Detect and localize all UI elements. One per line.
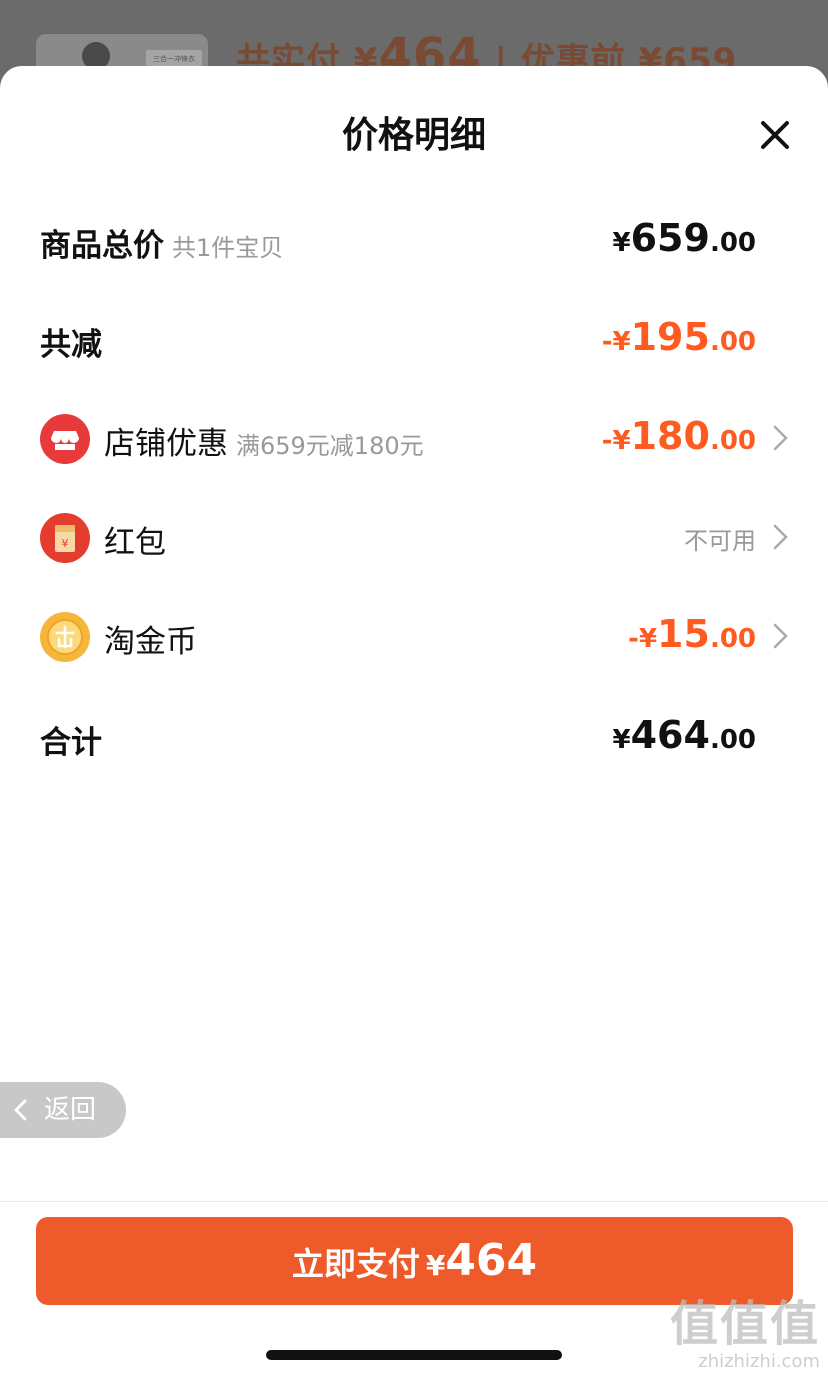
row-red-packet[interactable]: ¥ 红包 不可用 — [0, 507, 828, 567]
chevron-right-icon — [773, 623, 788, 649]
shop-discount-condition: 满659元减180元 — [236, 432, 424, 460]
pay-amount: 464 — [445, 1235, 538, 1286]
shop-icon — [40, 414, 90, 464]
total-discount-amount: -¥195.00 — [602, 315, 756, 359]
currency-symbol: -¥ — [601, 327, 631, 357]
amount-integer: 464 — [630, 713, 710, 757]
row-taojinbi[interactable]: 淘金币 -¥15.00 — [0, 606, 828, 666]
sum-label: 合计 — [40, 725, 102, 761]
red-packet-icon: ¥ — [40, 513, 90, 563]
pay-button-text: 立即支付 ¥464 — [36, 1235, 793, 1286]
pay-button-label: 立即支付 — [291, 1245, 420, 1283]
row-sum: 合计 ¥464.00 — [0, 707, 828, 767]
watermark-logo: 值值值 — [669, 1296, 820, 1352]
coin-icon — [40, 612, 90, 662]
sheet-title: 价格明细 — [341, 115, 486, 156]
back-label: 返回 — [44, 1095, 97, 1125]
amount-decimal: .00 — [709, 426, 756, 456]
home-indicator — [266, 1350, 562, 1360]
red-packet-label: 红包 — [104, 525, 166, 561]
total-goods-title: 商品总价 — [40, 228, 164, 264]
chevron-right-icon — [773, 524, 788, 550]
total-goods-count: 共1件宝贝 — [172, 234, 284, 262]
amount-integer: 195 — [630, 315, 710, 359]
back-button[interactable]: 返回 — [0, 1082, 126, 1138]
watermark-site: zhizhizhi.com — [698, 1351, 820, 1372]
chevron-left-icon — [14, 1099, 27, 1121]
chevron-right-icon — [773, 425, 788, 451]
price-detail-sheet: 价格明细 商品总价 共1件宝贝 ¥659.00 共减 -¥195.00 店铺优惠满… — [0, 66, 828, 1377]
amount-decimal: .00 — [709, 327, 756, 357]
amount-integer: 15 — [657, 612, 710, 656]
currency-symbol: ¥ — [612, 228, 631, 258]
row-total-goods: 商品总价 共1件宝贝 ¥659.00 — [0, 210, 828, 270]
amount-decimal: .00 — [709, 725, 756, 755]
row-shop-discount[interactable]: 店铺优惠 满659元减180元 -¥180.00 — [0, 408, 828, 468]
close-icon — [761, 121, 789, 149]
close-button[interactable] — [756, 116, 794, 154]
total-discount-label: 共减 — [40, 327, 102, 363]
currency-symbol: -¥ — [601, 426, 631, 456]
shop-discount-amount: -¥180.00 — [602, 414, 756, 458]
red-packet-status: 不可用 — [684, 527, 756, 555]
row-total-discount: 共减 -¥195.00 — [0, 309, 828, 369]
taojinbi-label: 淘金币 — [104, 624, 197, 660]
shop-discount-label: 店铺优惠 满659元减180元 — [104, 418, 424, 463]
sum-amount: ¥464.00 — [613, 713, 756, 757]
taojinbi-amount: -¥15.00 — [628, 612, 756, 656]
footer-divider — [0, 1201, 828, 1202]
watermark: 值值值 zhizhizhi.com — [670, 1296, 820, 1372]
pay-currency: ¥ — [425, 1249, 446, 1282]
shop-discount-title: 店铺优惠 — [104, 426, 228, 462]
amount-decimal: .00 — [709, 624, 756, 654]
currency-symbol: ¥ — [612, 725, 631, 755]
amount-integer: 659 — [630, 216, 710, 260]
total-goods-amount: ¥659.00 — [613, 216, 756, 260]
currency-symbol: -¥ — [628, 624, 658, 654]
svg-text:¥: ¥ — [62, 537, 69, 550]
amount-integer: 180 — [630, 414, 710, 458]
pay-now-button[interactable]: 立即支付 ¥464 — [36, 1217, 793, 1305]
amount-decimal: .00 — [709, 228, 756, 258]
total-goods-label: 商品总价 共1件宝贝 — [40, 220, 283, 265]
